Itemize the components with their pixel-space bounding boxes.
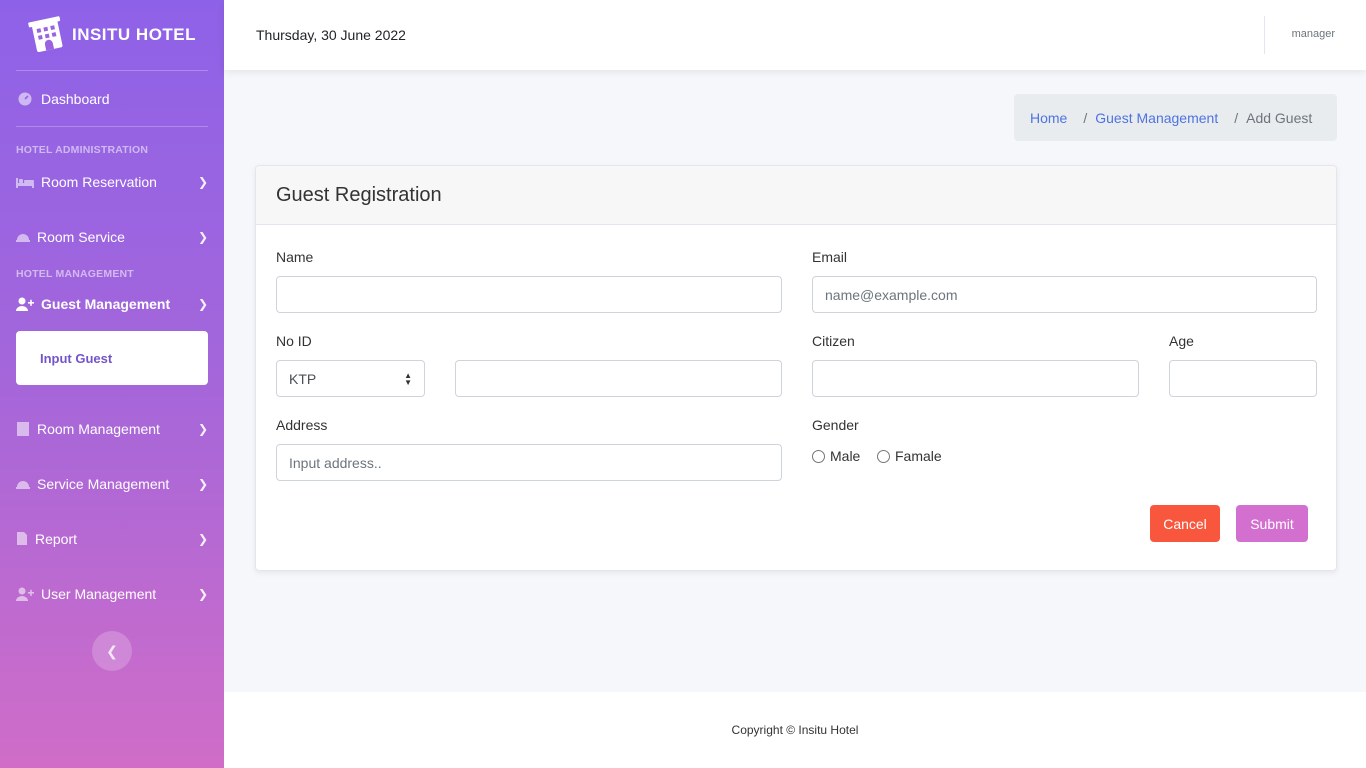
sidebar-item-room-reservation[interactable]: Room Reservation ❯ [0, 158, 224, 205]
user-menu[interactable]: manager [1292, 28, 1335, 40]
sidebar: INSITU HOTEL Dashboard HOTEL ADMINISTRAT… [0, 0, 224, 768]
sidebar-item-service-management[interactable]: Service Management ❯ [0, 456, 224, 511]
topbar: Thursday, 30 June 2022 manager [224, 0, 1366, 70]
sidebar-item-label: Guest Management [41, 296, 171, 312]
email-field[interactable] [812, 276, 1317, 313]
sidebar-subitem-label: Input Guest [40, 350, 113, 366]
chevron-right-icon: ❯ [197, 421, 208, 436]
current-date: Thursday, 30 June 2022 [256, 27, 406, 43]
footer: Copyright © Insitu Hotel [224, 692, 1366, 768]
address-label: Address [276, 417, 328, 433]
sidebar-heading-administration: HOTEL ADMINISTRATION [16, 144, 149, 156]
submit-button[interactable]: Submit [1236, 505, 1308, 542]
breadcrumb-separator: / [1083, 109, 1088, 126]
sidebar-item-room-management[interactable]: Room Management ❯ [0, 401, 224, 456]
file-icon [16, 532, 28, 546]
cancel-button[interactable]: Cancel [1150, 505, 1220, 542]
bell-icon [16, 230, 30, 244]
sidebar-heading-management: HOTEL MANAGEMENT [16, 268, 134, 280]
id-type-select[interactable]: KTP ▲ ▼ [276, 360, 425, 397]
id-number-field[interactable] [455, 360, 782, 397]
breadcrumb-guest-management[interactable]: Guest Management [1095, 110, 1218, 126]
brand-name: INSITU HOTEL [71, 25, 197, 44]
chevron-right-icon: ❯ [197, 229, 208, 244]
chevron-right-icon: ❯ [197, 297, 208, 311]
chevron-right-icon: ❯ [197, 174, 208, 189]
topbar-divider [1264, 16, 1265, 54]
email-input[interactable] [825, 286, 1304, 303]
gender-radio-male[interactable]: Male [812, 448, 860, 464]
radio-button[interactable] [812, 449, 825, 463]
breadcrumb-home[interactable]: Home [1030, 110, 1067, 126]
sidebar-toggle-button[interactable]: ❮ [92, 631, 132, 671]
breadcrumb-current: Add Guest [1246, 109, 1313, 126]
bed-icon [16, 175, 34, 189]
sidebar-item-room-service[interactable]: Room Service ❯ [0, 205, 224, 268]
name-label: Name [276, 249, 314, 265]
guest-registration-card: Guest Registration Name Email No ID KTP … [255, 165, 1337, 571]
sidebar-item-label: User Management [41, 585, 157, 602]
age-input[interactable] [1182, 370, 1304, 387]
sidebar-item-label: Service Management [37, 475, 170, 492]
breadcrumb-separator: / [1234, 109, 1239, 126]
user-plus-icon [16, 297, 34, 311]
bell-icon [16, 477, 30, 491]
citizen-field[interactable] [812, 360, 1139, 397]
brand[interactable]: INSITU HOTEL [0, 0, 224, 70]
sidebar-item-label: Report [35, 530, 78, 547]
age-label: Age [1169, 333, 1194, 349]
sidebar-subitem-input-guest[interactable]: Input Guest [16, 331, 208, 385]
chevron-right-icon: ❯ [197, 476, 208, 491]
radio-label: Famale [895, 448, 942, 464]
user-plus-icon [16, 587, 34, 601]
address-field[interactable] [276, 444, 782, 481]
card-title: Guest Registration [256, 166, 1336, 225]
noid-label: No ID [276, 333, 312, 349]
sidebar-item-label: Room Service [37, 228, 125, 245]
sidebar-item-user-management[interactable]: User Management ❯ [0, 566, 224, 621]
email-label: Email [812, 249, 848, 265]
sidebar-item-guest-management[interactable]: Guest Management ❯ [0, 281, 224, 327]
name-input[interactable] [289, 286, 769, 303]
sidebar-item-dashboard[interactable]: Dashboard [0, 71, 224, 126]
gender-label: Gender [812, 417, 859, 433]
sidebar-item-label: Room Reservation [41, 173, 157, 190]
id-number-input[interactable] [468, 370, 769, 387]
building-icon [16, 421, 30, 436]
radio-label: Male [830, 448, 861, 464]
sidebar-item-report[interactable]: Report ❯ [0, 511, 224, 566]
breadcrumb: Home / Guest Management / Add Guest [1014, 94, 1337, 141]
sidebar-divider [16, 126, 208, 127]
gender-radio-female[interactable]: Famale [877, 448, 942, 464]
name-field[interactable] [276, 276, 782, 313]
citizen-input[interactable] [825, 370, 1126, 387]
chevron-right-icon: ❯ [197, 531, 208, 546]
gauge-icon [16, 92, 34, 106]
sidebar-item-label: Room Management [37, 420, 160, 437]
chevron-right-icon: ❯ [197, 586, 208, 601]
age-field[interactable] [1169, 360, 1317, 397]
radio-button[interactable] [877, 449, 890, 463]
copyright-text: Copyright © Insitu Hotel [731, 723, 859, 737]
chevron-left-icon: ❮ [106, 642, 118, 659]
select-arrows-icon: ▲ ▼ [404, 370, 412, 387]
citizen-label: Citizen [812, 333, 855, 349]
sidebar-item-label: Dashboard [41, 90, 110, 107]
hotel-building-icon [28, 16, 66, 54]
id-type-value: KTP [289, 370, 317, 387]
address-input[interactable] [289, 454, 769, 471]
